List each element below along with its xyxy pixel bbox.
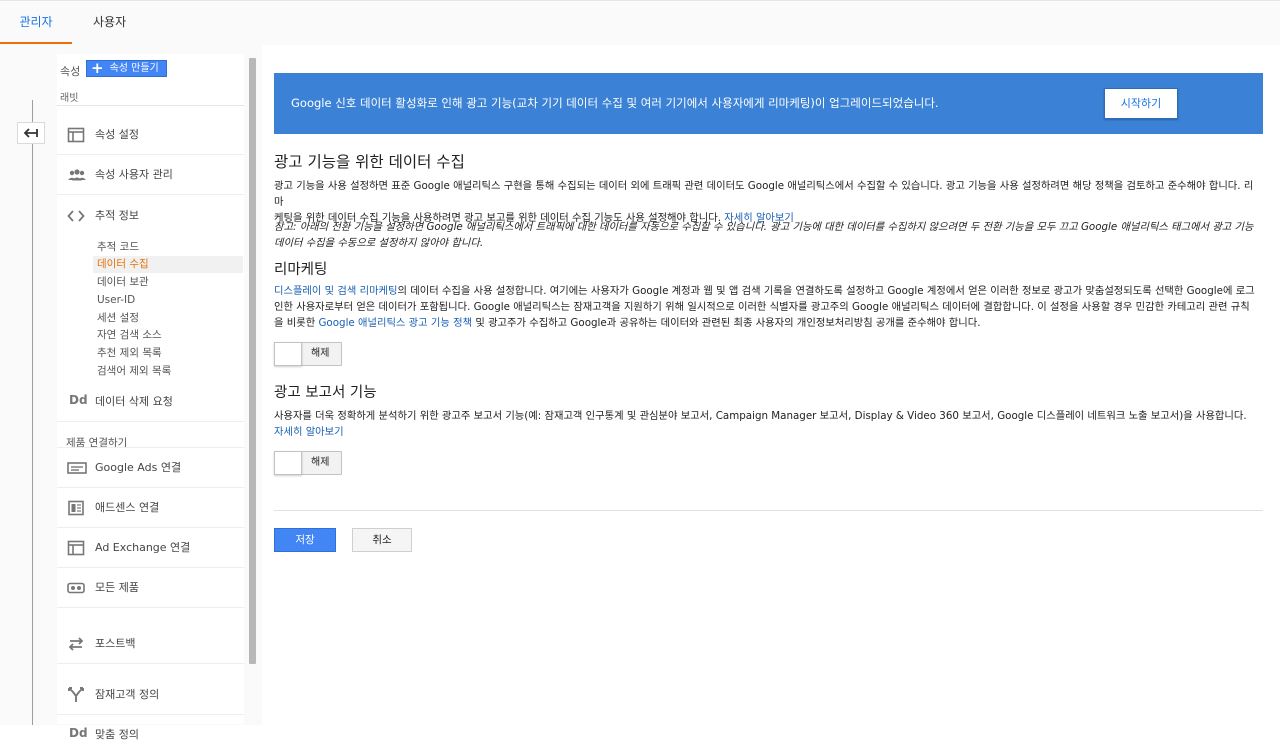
upgrade-banner: Google 신호 데이터 활성화로 인해 광고 기능(교차 기기 데이터 수집… [274, 73, 1263, 134]
property-label: 속성 [60, 65, 81, 78]
timeline-line [32, 100, 33, 725]
remarketing-text-2: 및 광고주가 수집하고 Google과 공유하는 데이터와 관련된 최종 사용자… [472, 317, 981, 329]
sidebar-item-label: 포스트백 [95, 637, 136, 650]
dd-icon: Dd [69, 726, 88, 740]
section-title-remarketing: 리마케팅 [274, 262, 328, 278]
plus-icon: + [91, 59, 104, 77]
remarketing-description: 디스플레이 및 검색 리마케팅의 데이터 수집을 사용 설정합니다. 여기에는 … [274, 283, 1259, 331]
sidebar-item-custom-definitions[interactable]: Dd 맞춤 정의 [57, 715, 244, 755]
sidebar-item-adsense[interactable]: 애드센스 연결 [57, 488, 244, 528]
toggle-knob [274, 342, 302, 366]
sub-item-referral-exclusion[interactable]: 추천 제외 목록 [93, 345, 243, 362]
sidebar-item-label: 데이터 삭제 요청 [95, 395, 173, 408]
back-arrow-icon [24, 128, 38, 138]
banner-text: Google 신호 데이터 활성화로 인해 광고 기능(교차 기기 데이터 수집… [291, 96, 939, 110]
reporting-description: 사용자를 더욱 정확하게 분석하기 위한 광고주 보고서 기능(예: 잠재고객 … [274, 408, 1259, 440]
description-line-1: 광고 기능을 사용 설정하면 표준 Google 애널리틱스 구현을 통해 수집… [274, 180, 1254, 208]
sub-item-search-term-exclusion[interactable]: 검색어 제외 목록 [93, 363, 243, 380]
postback-icon [68, 637, 84, 651]
sidebar-item-postback[interactable]: 포스트백 [57, 624, 244, 664]
tab-admin[interactable]: 관리자 [0, 1, 72, 45]
sidebar-item-label: 추적 정보 [95, 209, 139, 222]
sub-item-session-settings[interactable]: 세션 설정 [93, 310, 243, 327]
back-button[interactable] [17, 122, 45, 144]
sub-item-user-id[interactable]: User-ID [93, 292, 243, 309]
create-property-button[interactable]: + 속성 만들기 [86, 60, 167, 77]
code-icon [67, 210, 85, 222]
tab-user[interactable]: 사용자 [93, 1, 126, 45]
ads-icon [67, 462, 87, 474]
learn-more-link[interactable]: 자세히 알아보기 [274, 426, 344, 438]
section-title-data-collection: 광고 기능을 위한 데이터 수집 [274, 153, 465, 171]
toggle-knob [274, 451, 302, 475]
sidebar-item-all-products[interactable]: 모든 제품 [57, 568, 244, 608]
adsense-icon [68, 500, 84, 516]
people-icon [68, 169, 86, 181]
display-search-remarketing-link[interactable]: 디스플레이 및 검색 리마케팅 [274, 285, 398, 297]
sidebar-item-label: 잠재고객 정의 [95, 688, 160, 701]
sidebar-item-label: 모든 제품 [95, 581, 139, 594]
sidebar: 속성 + 속성 만들기 래빗 속성 설정 속성 사용자 관리 추적 정보 추적 … [0, 44, 262, 741]
ad-features-policy-link[interactable]: Google 애널리틱스 광고 기능 정책 [318, 317, 472, 329]
toggle-label: 해제 [311, 457, 330, 468]
sub-item-data-retention[interactable]: 데이터 보관 [93, 274, 243, 291]
save-button[interactable]: 저장 [274, 528, 336, 552]
sidebar-item-tracking-info[interactable]: 추적 정보 [57, 196, 244, 236]
sidebar-item-label: 애드센스 연결 [95, 501, 160, 514]
sidebar-item-label: 맞춤 정의 [95, 728, 139, 741]
link-icon [67, 582, 85, 594]
note-text: 참고: 아래의 전환 기능을 설정하면 Google 애널리틱스에서 트래픽에 … [274, 221, 1254, 249]
sidebar-item-label: Google Ads 연결 [95, 461, 182, 474]
sidebar-item-data-deletion[interactable]: Dd 데이터 삭제 요청 [57, 382, 244, 422]
sidebar-item-label: 속성 사용자 관리 [95, 168, 173, 181]
sub-item-data-collection[interactable]: 데이터 수집 [93, 256, 243, 273]
sidebar-item-label: Ad Exchange 연결 [95, 541, 191, 554]
sidebar-item-audience-definitions[interactable]: 잠재고객 정의 [57, 675, 244, 715]
sub-item-tracking-code[interactable]: 추적 코드 [93, 239, 243, 256]
sidebar-item-google-ads[interactable]: Google Ads 연결 [57, 447, 244, 488]
sidebar-item-label: 속성 설정 [95, 128, 139, 141]
section-title-ad-reporting: 광고 보고서 기능 [274, 385, 377, 401]
ad-reporting-toggle[interactable]: 해제 [274, 451, 342, 475]
create-property-label: 속성 만들기 [109, 63, 159, 74]
reporting-text: 사용자를 더욱 정확하게 분석하기 위한 광고주 보고서 기능(예: 잠재고객 … [274, 410, 1247, 422]
window-icon [67, 127, 85, 143]
sidebar-item-property-settings[interactable]: 속성 설정 [57, 115, 244, 155]
top-tab-bar: 관리자 사용자 [0, 0, 1280, 45]
sub-item-organic-search[interactable]: 자연 검색 소스 [93, 327, 243, 344]
property-selector[interactable]: 래빗 [60, 89, 78, 104]
sidebar-item-user-management[interactable]: 속성 사용자 관리 [57, 155, 244, 195]
cancel-button[interactable]: 취소 [352, 528, 412, 552]
remarketing-toggle[interactable]: 해제 [274, 342, 342, 366]
property-panel: 속성 + 속성 만들기 래빗 속성 설정 속성 사용자 관리 추적 정보 추적 … [57, 54, 244, 741]
toggle-label: 해제 [311, 348, 330, 359]
sidebar-item-ad-exchange[interactable]: Ad Exchange 연결 [57, 528, 244, 568]
window-icon [67, 540, 85, 556]
divider [57, 105, 244, 106]
divider [274, 510, 1263, 511]
get-started-button[interactable]: 시작하기 [1104, 88, 1178, 119]
fork-icon [68, 687, 84, 702]
sidebar-scrollbar[interactable] [249, 58, 256, 664]
dd-icon: Dd [69, 393, 88, 407]
